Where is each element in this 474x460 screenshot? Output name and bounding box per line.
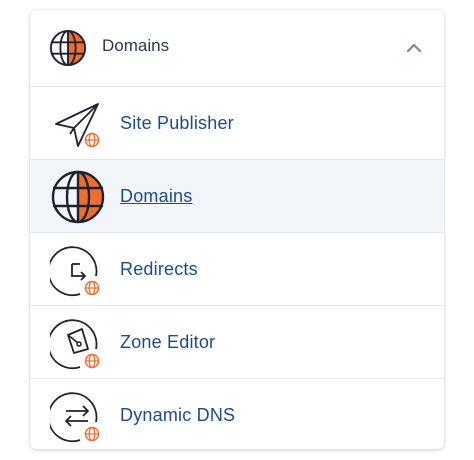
globe-icon [49, 29, 87, 67]
menu-item-redirects[interactable]: Redirects [30, 233, 444, 306]
menu-item-label: Zone Editor [120, 332, 216, 352]
menu-item-label: Site Publisher [120, 113, 234, 133]
menu-item-label: Dynamic DNS [120, 405, 236, 425]
domains-section-header[interactable]: Domains [30, 10, 444, 87]
menu-item-site-publisher[interactable]: Site Publisher [30, 87, 444, 160]
section-title: Domains [102, 36, 170, 55]
menu-item-dynamic-dns[interactable]: Dynamic DNS [30, 379, 444, 449]
menu-item-zone-editor[interactable]: Zone Editor [30, 306, 444, 379]
menu-item-domains[interactable]: Domains [30, 160, 444, 233]
domains-menu-panel: Domains Site Publisher Domains Redirects… [30, 10, 444, 449]
menu-item-label: Redirects [120, 259, 198, 279]
redirect-arrow-globe-icon [50, 246, 100, 297]
pen-nib-globe-icon [50, 319, 100, 370]
chevron-up-icon[interactable] [406, 40, 422, 56]
paper-plane-globe-icon [55, 103, 100, 148]
menu-item-label: Domains [120, 186, 193, 206]
exchange-arrows-globe-icon [50, 392, 100, 443]
globe-icon [51, 170, 105, 224]
